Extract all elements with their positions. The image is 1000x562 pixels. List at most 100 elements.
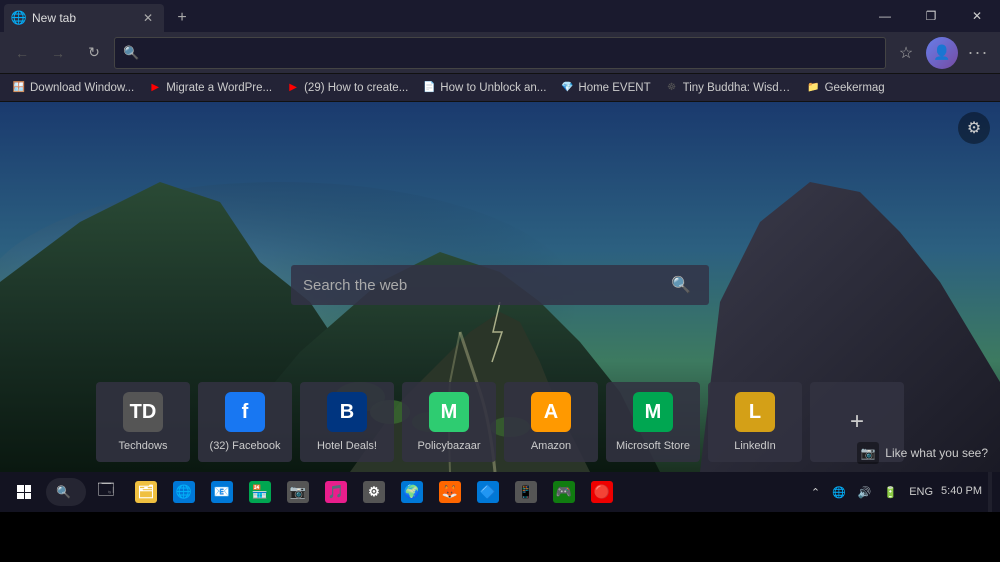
language-indicator[interactable]: ENG xyxy=(905,484,937,500)
quick-link-item[interactable]: A Amazon xyxy=(504,382,598,462)
taskbar-app-firefox[interactable]: 🦊 xyxy=(432,474,468,510)
app-icon: 🔴 xyxy=(591,481,613,503)
tab-favicon: 🌐 xyxy=(12,11,26,25)
favorites-button[interactable]: ☆ xyxy=(890,37,922,69)
quick-link-icon: M xyxy=(429,392,469,432)
app-icon: 🎵 xyxy=(325,481,347,503)
show-desktop-button[interactable] xyxy=(988,472,992,512)
app-icon: 🦊 xyxy=(439,481,461,503)
taskbar-app-store[interactable]: 🏪 xyxy=(242,474,278,510)
add-site-icon: + xyxy=(850,408,864,436)
bookmark-item[interactable]: ▶ (29) How to create... xyxy=(280,79,414,97)
app-icon: 🏪 xyxy=(249,481,271,503)
bookmark-favicon: 📄 xyxy=(422,81,436,95)
quick-link-label: Hotel Deals! xyxy=(317,440,377,452)
taskbar-app-edge2[interactable]: 🔷 xyxy=(470,474,506,510)
task-view-button[interactable]: 🗔 xyxy=(88,474,124,510)
bookmarks-bar: 🪟Download Window...▶Migrate a WordPre...… xyxy=(0,74,1000,102)
quick-link-icon: L xyxy=(735,392,775,432)
taskbar-app-app[interactable]: 🔴 xyxy=(584,474,620,510)
taskbar: 🔍 🗔 🗂 🌐 📧 🏪 📷 🎵 ⚙ 🌍 🦊 🔷 📱 🎮 🔴 ⌃ 🌐 🔊 🔋 ENG 5:40 PM xyxy=(0,472,1000,512)
taskbar-app-music[interactable]: 🎵 xyxy=(318,474,354,510)
clock[interactable]: 5:40 PM xyxy=(941,484,982,499)
tray-network[interactable]: 🌐 xyxy=(828,484,850,501)
bookmark-item[interactable]: ▶Migrate a WordPre... xyxy=(142,79,278,97)
address-bar-container: 🔍 xyxy=(114,37,886,69)
profile-button[interactable]: 👤 xyxy=(926,37,958,69)
tab-area: 🌐 New tab ✕ + xyxy=(0,0,862,32)
like-text: Like what you see? xyxy=(885,446,988,460)
bookmark-favicon: ▶ xyxy=(286,81,300,95)
main-content: ⚙ 🔍 TD Techdows f(32) FacebookBHotel Deals… xyxy=(0,102,1000,472)
bookmark-favicon: 🪟 xyxy=(12,81,26,95)
restore-button[interactable]: ❐ xyxy=(908,0,954,32)
tab-close-button[interactable]: ✕ xyxy=(140,10,156,26)
taskbar-app-xbox[interactable]: 🎮 xyxy=(546,474,582,510)
bookmark-label: Geekermag xyxy=(825,82,885,94)
close-button[interactable]: ✕ xyxy=(954,0,1000,32)
app-icon: 🔷 xyxy=(477,481,499,503)
taskbar-app-camera[interactable]: 📷 xyxy=(280,474,316,510)
quick-link-item[interactable]: TD Techdows xyxy=(96,382,190,462)
bookmark-item[interactable]: 💎Home EVENT xyxy=(554,79,656,97)
search-input[interactable] xyxy=(303,277,655,294)
bookmark-label: (29) How to create... xyxy=(304,82,408,94)
like-what-you-see[interactable]: 📷 Like what you see? xyxy=(857,442,988,464)
address-input[interactable] xyxy=(145,45,877,60)
quick-link-item[interactable]: BHotel Deals! xyxy=(300,382,394,462)
taskbar-app-file-explorer[interactable]: 🗂 xyxy=(128,474,164,510)
search-box: 🔍 xyxy=(291,265,709,305)
taskbar-search[interactable]: 🔍 xyxy=(46,478,86,506)
window-controls: — ❐ ✕ xyxy=(862,0,1000,32)
app-icon: 📷 xyxy=(287,481,309,503)
quick-link-label: LinkedIn xyxy=(734,440,776,452)
bookmark-label: How to Unblock an... xyxy=(440,82,546,94)
settings-button[interactable]: ⚙ xyxy=(958,112,990,144)
bookmark-label: Migrate a WordPre... xyxy=(166,82,272,94)
back-button[interactable]: ← xyxy=(6,37,38,69)
more-options-button[interactable]: ··· xyxy=(962,37,994,69)
refresh-button[interactable]: ↻ xyxy=(78,37,110,69)
quick-link-item[interactable]: f(32) Facebook xyxy=(198,382,292,462)
app-icon: 🗂 xyxy=(135,481,157,503)
bookmark-item[interactable]: ☸ Tiny Buddha: Wisdo... xyxy=(659,79,799,97)
quick-link-item[interactable]: L LinkedIn xyxy=(708,382,802,462)
taskbar-app-settings[interactable]: ⚙ xyxy=(356,474,392,510)
quick-links-bar: TD Techdows f(32) FacebookBHotel Deals! M Po… xyxy=(96,382,904,462)
minimize-button[interactable]: — xyxy=(862,0,908,32)
quick-link-icon: TD xyxy=(123,392,163,432)
tray-volume[interactable]: 🔊 xyxy=(854,484,876,501)
bookmark-favicon: ☸ xyxy=(665,81,679,95)
taskbar-apps: 🗂 🌐 📧 🏪 📷 🎵 ⚙ 🌍 🦊 🔷 📱 🎮 🔴 xyxy=(128,474,620,510)
quick-link-icon: f xyxy=(225,392,265,432)
active-tab[interactable]: 🌐 New tab ✕ xyxy=(4,4,164,32)
search-submit-button[interactable]: 🔍 xyxy=(665,269,697,301)
bookmark-label: Tiny Buddha: Wisdo... xyxy=(683,82,793,94)
windows-logo-icon xyxy=(17,485,31,499)
quick-link-label: Policybazaar xyxy=(418,440,481,452)
taskbar-app-phone[interactable]: 📱 xyxy=(508,474,544,510)
app-icon: 🎮 xyxy=(553,481,575,503)
bookmark-item[interactable]: 📄 How to Unblock an... xyxy=(416,79,552,97)
quick-link-icon: A xyxy=(531,392,571,432)
taskbar-app-mail[interactable]: 📧 xyxy=(204,474,240,510)
start-button[interactable] xyxy=(4,472,44,512)
app-icon: 📱 xyxy=(515,481,537,503)
quick-link-label: Amazon xyxy=(531,440,571,452)
quick-link-item[interactable]: M Policybazaar xyxy=(402,382,496,462)
tray-chevron[interactable]: ⌃ xyxy=(807,484,824,501)
new-tab-button[interactable]: + xyxy=(168,4,196,32)
title-bar: 🌐 New tab ✕ + — ❐ ✕ xyxy=(0,0,1000,32)
bookmark-label: Home EVENT xyxy=(578,82,650,94)
system-tray: ⌃ 🌐 🔊 🔋 ENG 5:40 PM xyxy=(807,472,996,512)
bookmark-item[interactable]: 📁Geekermag xyxy=(801,79,891,97)
app-icon: 📧 xyxy=(211,481,233,503)
taskbar-app-chrome[interactable]: 🌍 xyxy=(394,474,430,510)
app-icon: ⚙ xyxy=(363,481,385,503)
taskbar-app-edge[interactable]: 🌐 xyxy=(166,474,202,510)
bookmark-item[interactable]: 🪟Download Window... xyxy=(6,79,140,97)
quick-link-item[interactable]: MMicrosoft Store xyxy=(606,382,700,462)
quick-link-label: Techdows xyxy=(119,440,168,452)
tray-battery[interactable]: 🔋 xyxy=(879,484,901,501)
forward-button[interactable]: → xyxy=(42,37,74,69)
